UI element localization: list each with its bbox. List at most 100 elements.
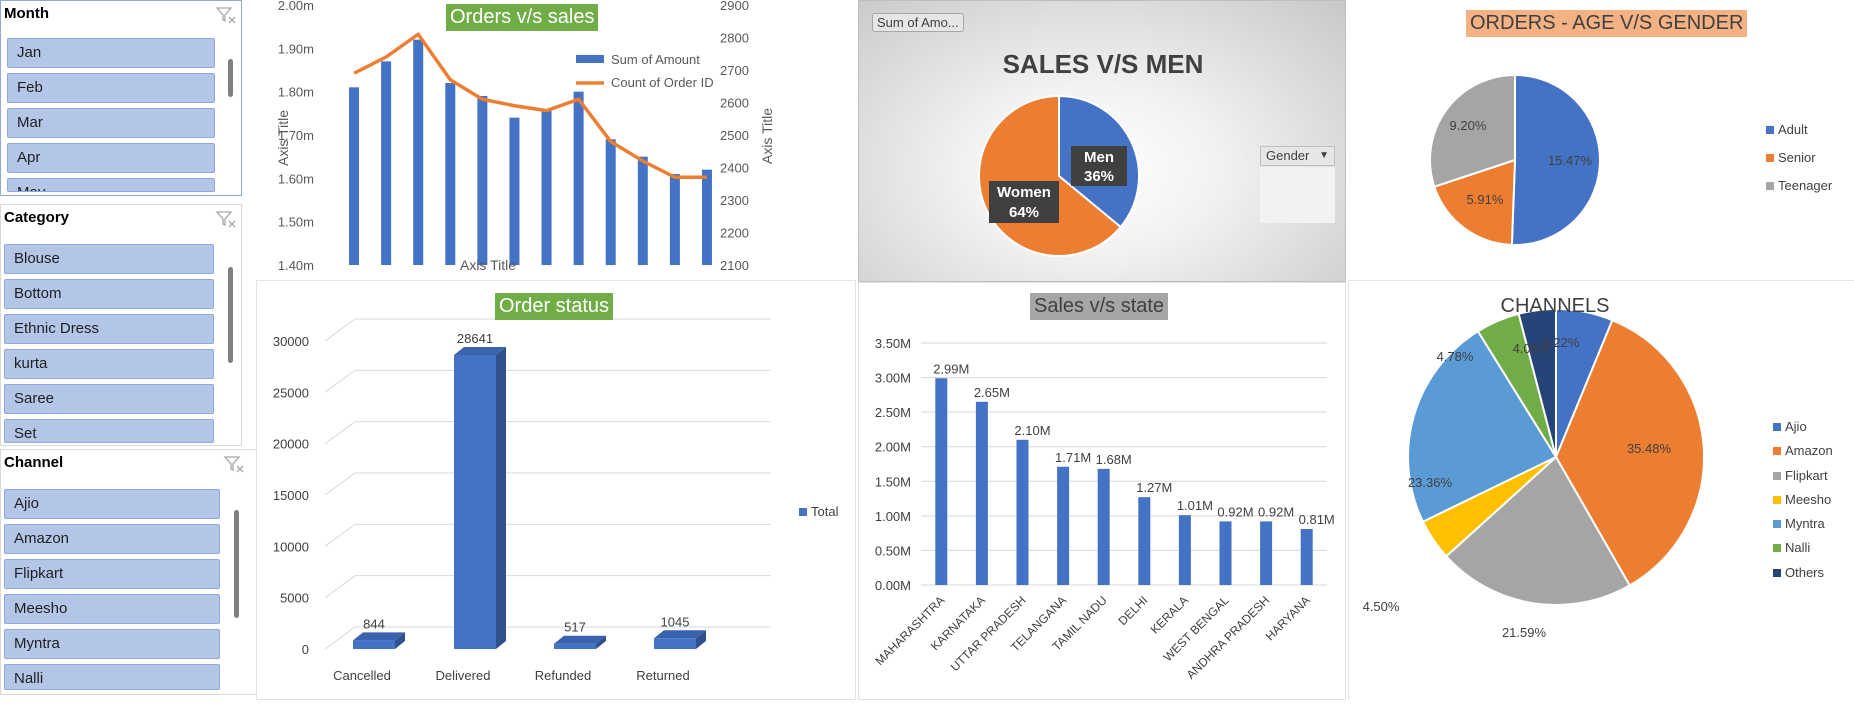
orders-vs-sales-chart[interactable]: Orders v/s sales 1.40m 1.50m 1.60m 1.70m 1.8… [258, 0, 856, 280]
state-data-label: 2.99M [933, 361, 969, 376]
y-tick-label: 0.00M [875, 578, 911, 593]
y-tick-label: 3.00M [875, 371, 911, 386]
y-tick-label: 1.90m [278, 41, 314, 56]
y-tick-label: 0.50M [875, 543, 911, 558]
y-tick-label: 0 [302, 642, 309, 657]
y-tick-label: 5000 [280, 591, 309, 606]
gridline [324, 575, 771, 599]
x-tick-label: UTTAR PRADESH [948, 593, 1029, 674]
legend-senior-swatch [1766, 154, 1774, 162]
channel-slicer: Channel Ajio Amazon Flipkart Meesho Mynt… [0, 449, 258, 695]
chart-title: Order status [495, 293, 614, 320]
state-bar [1300, 528, 1313, 585]
state-data-label: 2.65M [974, 385, 1010, 400]
state-bar [1057, 466, 1070, 585]
channel-data-label: 4.06% [1513, 341, 1550, 356]
slicer-item-apr[interactable]: Apr [7, 143, 215, 173]
state-bar [1178, 515, 1191, 585]
amount-bar [605, 139, 616, 265]
legend-swatch-amount [576, 55, 604, 63]
y2-axis-title: Axis Title [759, 108, 775, 164]
category-slicer: Category Blouse Bottom Ethnic Dress kurt… [0, 204, 242, 446]
legend-filter-button[interactable]: Gender ▼ [1260, 146, 1335, 166]
slicer-item-nalli[interactable]: Nalli [4, 664, 220, 690]
x-tick-label: Returned [636, 668, 689, 683]
legend-nalli-swatch [1773, 544, 1781, 552]
y2-tick-label: 2300 [720, 193, 749, 208]
y-tick-label: 2.00m [278, 0, 314, 13]
amount-bar [445, 83, 456, 265]
sales-vs-state-chart[interactable]: Sales v/s state 0.00M 0.50M 1.00M 1.50M 2.00… [858, 282, 1346, 700]
slicer-item-set[interactable]: Set [4, 419, 214, 443]
x-axis-title: Axis Title [460, 257, 516, 273]
y-tick-label: 25000 [273, 385, 309, 400]
month-scrollbar[interactable] [228, 59, 233, 97]
clear-filter-icon[interactable] [223, 454, 245, 474]
order-status-chart[interactable]: Order status 0 5000 10000 15000 20000 25000 30… [256, 280, 856, 700]
chart-title: ORDERS - AGE V/S GENDER [1466, 10, 1748, 37]
legend-total-swatch [799, 508, 807, 516]
slicer-item-ethnic-dress[interactable]: Ethnic Dress [4, 314, 214, 344]
channel-data-label: 21.59% [1502, 625, 1547, 640]
y2-tick-label: 2700 [720, 63, 749, 78]
y2-tick-label: 2400 [720, 161, 749, 176]
status-data-label: 844 [363, 616, 385, 631]
x-tick-label: Delivered [436, 668, 491, 683]
status-data-label: 1045 [661, 614, 690, 629]
legend-label-count: Count of Order ID [611, 75, 714, 90]
x-tick-label: Cancelled [333, 668, 391, 683]
slicer-item-kurta[interactable]: kurta [4, 349, 214, 379]
category-slicer-title: Category [4, 209, 70, 226]
legend-total-label: Total [811, 504, 839, 519]
y-tick-label: 10000 [273, 539, 309, 554]
category-scrollbar[interactable] [228, 267, 233, 363]
slicer-item-ajio[interactable]: Ajio [4, 489, 220, 519]
status-data-label: 28641 [457, 331, 493, 346]
y-tick-label: 3.50M [875, 336, 911, 351]
status-bar-front [654, 638, 696, 649]
channel-slicer-title: Channel [4, 454, 64, 471]
state-data-label: 1.68M [1096, 452, 1132, 467]
age-vs-gender-chart[interactable]: ORDERS - AGE V/S GENDER 15.47% 5.91% 9.20%… [1348, 0, 1854, 280]
gridline [324, 318, 771, 342]
legend-teenager-label: Teenager [1778, 178, 1833, 193]
legend-label-amount: Sum of Amount [611, 52, 700, 67]
y2-tick-label: 2200 [720, 226, 749, 241]
slicer-item-flipkart[interactable]: Flipkart [4, 559, 220, 589]
slicer-item-jan[interactable]: Jan [7, 38, 215, 68]
channels-chart[interactable]: CHANNELS 6.22% 35.48% 21.59% 4.50% 23.36% 4.7… [1348, 280, 1854, 700]
y2-tick-label: 2600 [720, 96, 749, 111]
age-pie-data-label: 5.91% [1467, 192, 1504, 207]
slicer-item-may[interactable]: May [7, 178, 215, 192]
slicer-item-bottom[interactable]: Bottom [4, 279, 214, 309]
slicer-item-saree[interactable]: Saree [4, 384, 214, 414]
legend-myntra-swatch [1773, 520, 1781, 528]
y-tick-label: 1.50m [278, 215, 314, 230]
clear-filter-icon[interactable] [215, 209, 237, 229]
y-tick-label: 1.80m [278, 85, 314, 100]
legend-others-swatch [1773, 569, 1781, 577]
women-data-value: 64% [1009, 204, 1039, 221]
slicer-item-amazon[interactable]: Amazon [4, 524, 220, 554]
channel-scrollbar[interactable] [234, 510, 239, 618]
legend-ajio-label: Ajio [1785, 419, 1807, 434]
y-tick-label: 2.50M [875, 405, 911, 420]
slicer-item-myntra[interactable]: Myntra [4, 629, 220, 659]
chart-title: CHANNELS [1500, 295, 1610, 317]
amount-bar [573, 91, 584, 266]
state-bar [1260, 521, 1273, 585]
state-bar [1138, 497, 1151, 585]
amount-bar [637, 156, 648, 265]
women-data-label: Women [997, 184, 1051, 201]
amount-bar [477, 96, 488, 265]
y2-tick-label: 2800 [720, 31, 749, 46]
amount-bar [349, 87, 360, 265]
sales-vs-men-chart[interactable]: Sum of Amo... SALES V/S MEN Men 36% Women 6… [858, 0, 1346, 282]
slicer-item-blouse[interactable]: Blouse [4, 244, 214, 274]
status-bar-front [454, 354, 496, 649]
clear-filter-icon[interactable] [215, 5, 237, 25]
slicer-item-feb[interactable]: Feb [7, 73, 215, 103]
slicer-item-mar[interactable]: Mar [7, 108, 215, 138]
slicer-item-meesho[interactable]: Meesho [4, 594, 220, 624]
state-bar-plot: 0.00M 0.50M 1.00M 1.50M 2.00M 2.50M 3.00M 3.50M… [872, 336, 1334, 682]
